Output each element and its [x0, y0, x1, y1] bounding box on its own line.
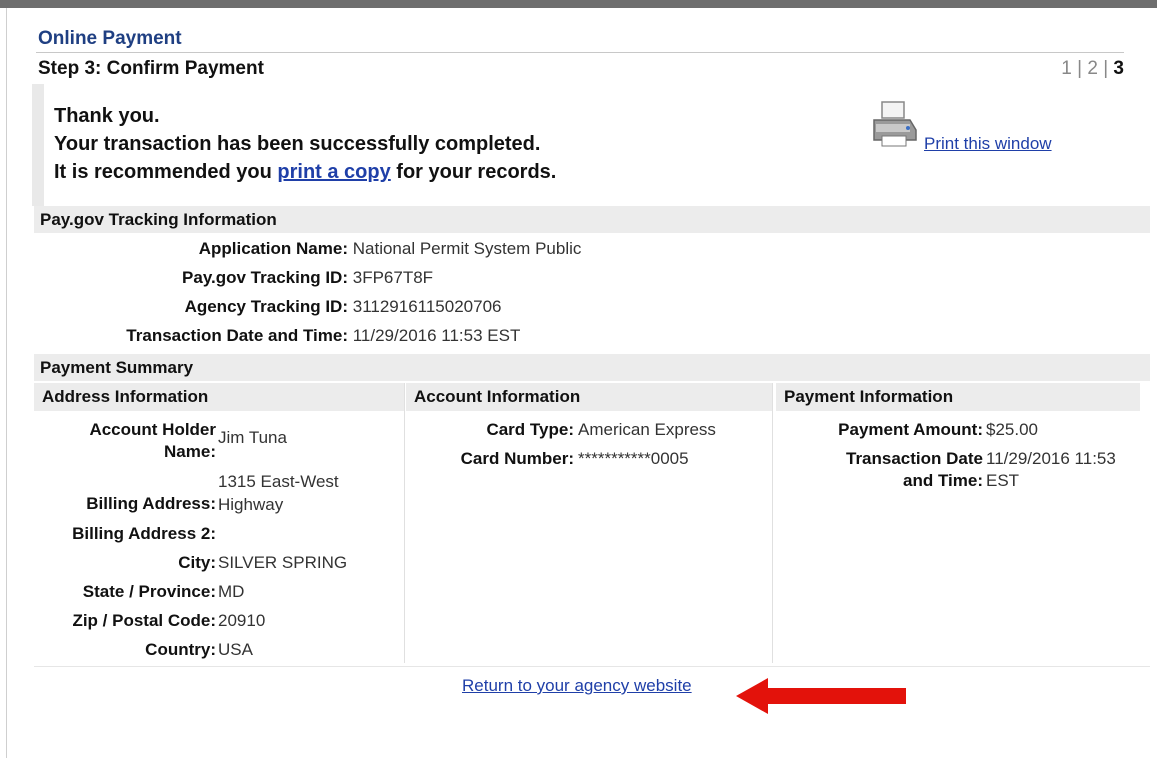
address-column: Address Information Account Holder Name:… [34, 383, 405, 663]
tracking-info: Application Name: National Permit System… [34, 234, 581, 350]
success-line: Your transaction has been successfully c… [54, 133, 541, 155]
payment-date-row: Transaction Date and Time: 11/29/2016 11… [846, 449, 1116, 490]
thank-you-line: Thank you. [54, 105, 160, 127]
billing-address-2-row: Billing Address 2: [72, 524, 216, 543]
page-title: Online Payment [38, 28, 182, 49]
step-indicator: 1 | 2 | 3 [1061, 58, 1124, 79]
print-recommendation-line: It is recommended you print a copy for y… [54, 161, 557, 183]
confirmation-message: Thank you. Your transaction has been suc… [54, 102, 556, 186]
country-row: Country: USA [145, 640, 253, 659]
payment-summary-header: Payment Summary [34, 354, 1150, 381]
state-row: State / Province: MD [82, 582, 245, 601]
step-2: 2 [1087, 58, 1098, 79]
account-column: Account Information Card Type: American … [406, 383, 773, 663]
tracking-row: Application Name: National Permit System… [198, 239, 582, 258]
account-holder-row: Account Holder Name: Jim Tuna [89, 420, 287, 461]
step-1: 1 [1061, 58, 1072, 79]
step-title: Step 3: Confirm Payment [38, 58, 264, 79]
top-border [0, 0, 1157, 8]
card-number-row: Card Number: ***********0005 [460, 449, 689, 468]
payment-amount-row: Payment Amount: $25.00 [838, 420, 1038, 439]
billing-address-row: 1315 East-West Billing Address: Highway [86, 472, 339, 514]
tracking-section-header: Pay.gov Tracking Information [34, 206, 1150, 233]
tracking-row: Pay.gov Tracking ID: 3FP67T8F [182, 268, 434, 287]
step-3-current: 3 [1113, 58, 1124, 79]
footer-divider [34, 666, 1150, 667]
payment-panel: Online Payment Step 3: Confirm Payment 1… [32, 26, 1150, 714]
payment-header: Payment Information [776, 383, 1140, 411]
zip-row: Zip / Postal Code: 20910 [72, 611, 266, 630]
title-divider [36, 52, 1124, 53]
city-row: City: SILVER SPRING [178, 553, 348, 572]
account-header: Account Information [406, 383, 772, 411]
printer-icon[interactable] [870, 100, 918, 150]
print-window-link[interactable]: Print this window [924, 134, 1052, 154]
print-copy-link[interactable]: print a copy [277, 161, 390, 183]
payment-column: Payment Information Payment Amount: $25.… [776, 383, 1140, 663]
red-arrow-annotation [736, 678, 906, 714]
tracking-row: Agency Tracking ID: 3112916115020706 [184, 297, 502, 316]
tracking-row: Transaction Date and Time: 11/29/2016 11… [126, 326, 521, 345]
address-header: Address Information [34, 383, 404, 411]
message-left-shade [32, 84, 44, 206]
card-type-row: Card Type: American Express [486, 420, 716, 439]
left-border [6, 8, 7, 758]
return-agency-link[interactable]: Return to your agency website [462, 676, 692, 696]
